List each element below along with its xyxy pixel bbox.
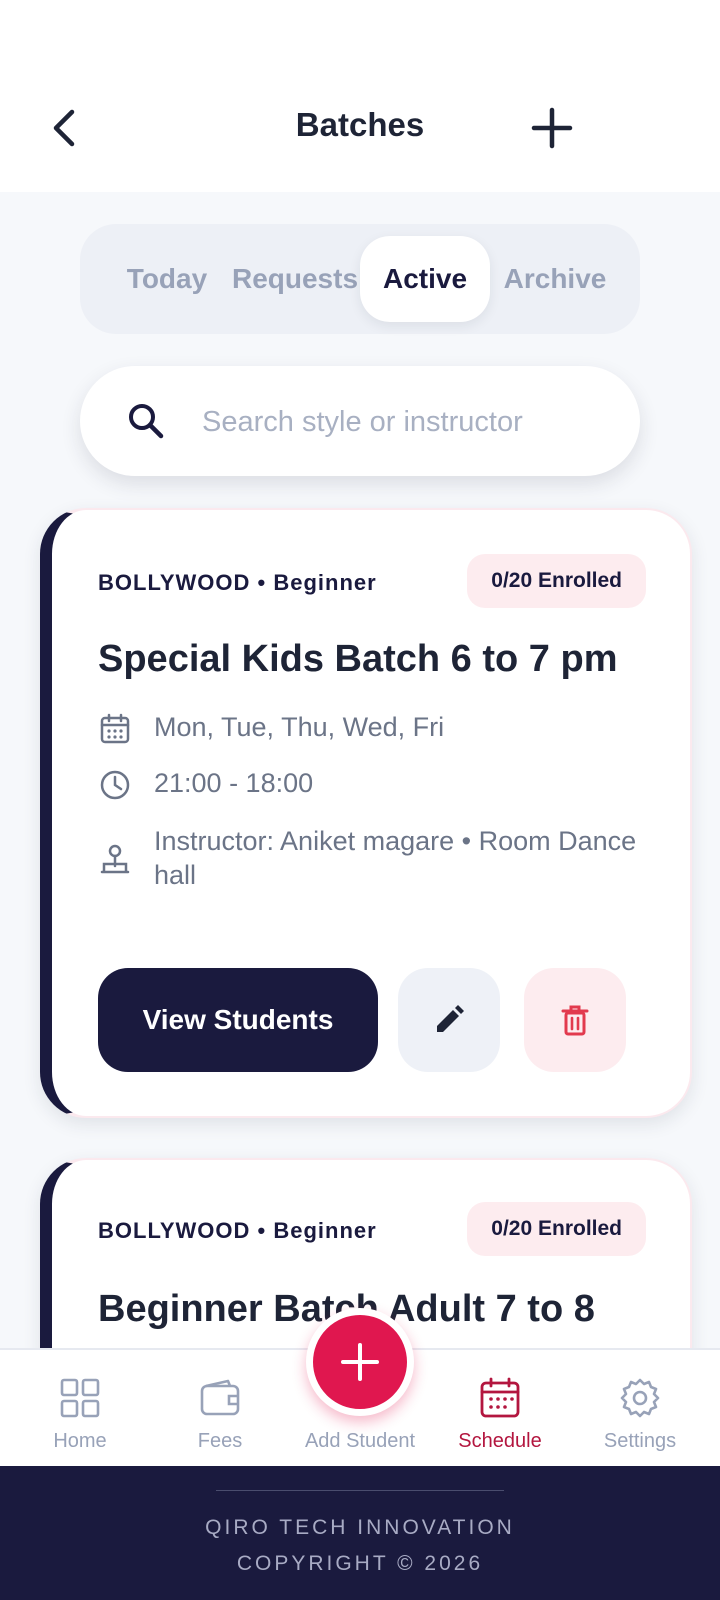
tab-active[interactable]: Active (360, 236, 490, 322)
nav-fees-label: Fees (197, 1430, 243, 1452)
enrollment-badge: 0/20 Enrolled (467, 554, 646, 608)
batch-time: 21:00 - 18:00 (154, 768, 314, 798)
page-title: Batches (295, 106, 425, 143)
tab-requests[interactable]: Requests (220, 236, 370, 322)
clock-icon (100, 770, 130, 800)
nav-settings-label: Settings (603, 1430, 677, 1452)
view-students-button[interactable]: View Students (98, 968, 378, 1072)
nav-home[interactable]: Home (10, 1350, 150, 1468)
batch-style-level: BOLLYWOOD • Beginner (98, 570, 377, 595)
search-icon (129, 404, 164, 439)
batch-days: Mon, Tue, Thu, Wed, Fri (154, 712, 445, 742)
delete-batch-button[interactable] (524, 968, 626, 1072)
tab-archive[interactable]: Archive (490, 236, 620, 322)
footer-company: QIRO TECH INNOVATION (205, 1516, 515, 1539)
search-bar (80, 366, 640, 476)
instructor-icon (100, 844, 130, 874)
add-batch-button[interactable] (528, 104, 576, 152)
back-button[interactable] (44, 104, 84, 152)
batch-time-row: 21:00 - 18:00 (98, 766, 650, 806)
trash-icon (561, 1005, 589, 1036)
batch-instructor-row: Instructor: Aniket magare • Room Dance h… (98, 824, 650, 896)
wallet-icon (200, 1379, 240, 1416)
batch-instructor: Instructor: Aniket magare • Room Dance h… (154, 826, 637, 890)
app-header: Batches (0, 0, 720, 192)
calendar-icon (100, 713, 130, 744)
footer-divider (216, 1490, 504, 1491)
edit-batch-button[interactable] (398, 968, 500, 1072)
plus-icon (341, 1343, 379, 1381)
grid-icon (60, 1378, 100, 1418)
nav-add-student-label: Add Student (304, 1430, 416, 1452)
batch-card: BOLLYWOOD • Beginner 0/20 Enrolled Speci… (40, 508, 692, 1118)
tab-today[interactable]: Today (104, 236, 230, 322)
pencil-icon (437, 1005, 464, 1032)
nav-schedule-label: Schedule (458, 1430, 542, 1452)
calendar-icon (480, 1377, 520, 1418)
nav-home-label: Home (53, 1430, 107, 1452)
batch-title: Special Kids Batch 6 to 7 pm (98, 638, 618, 680)
search-input[interactable] (200, 386, 614, 458)
nav-fees[interactable]: Fees (150, 1350, 290, 1468)
footer: QIRO TECH INNOVATION COPYRIGHT © 2026 (0, 1466, 720, 1600)
batch-tabs: Today Requests Active Archive (80, 224, 640, 334)
plus-icon (531, 107, 573, 149)
batch-style-level: BOLLYWOOD • Beginner (98, 1218, 377, 1243)
add-student-fab[interactable] (306, 1308, 414, 1416)
footer-copyright: COPYRIGHT © 2026 (236, 1552, 484, 1575)
batch-days-row: Mon, Tue, Thu, Wed, Fri (98, 710, 650, 750)
nav-settings[interactable]: Settings (570, 1350, 710, 1468)
chevron-left-icon (53, 109, 75, 147)
nav-schedule[interactable]: Schedule (430, 1350, 570, 1468)
enrollment-badge: 0/20 Enrolled (467, 1202, 646, 1256)
gear-icon (620, 1378, 660, 1418)
